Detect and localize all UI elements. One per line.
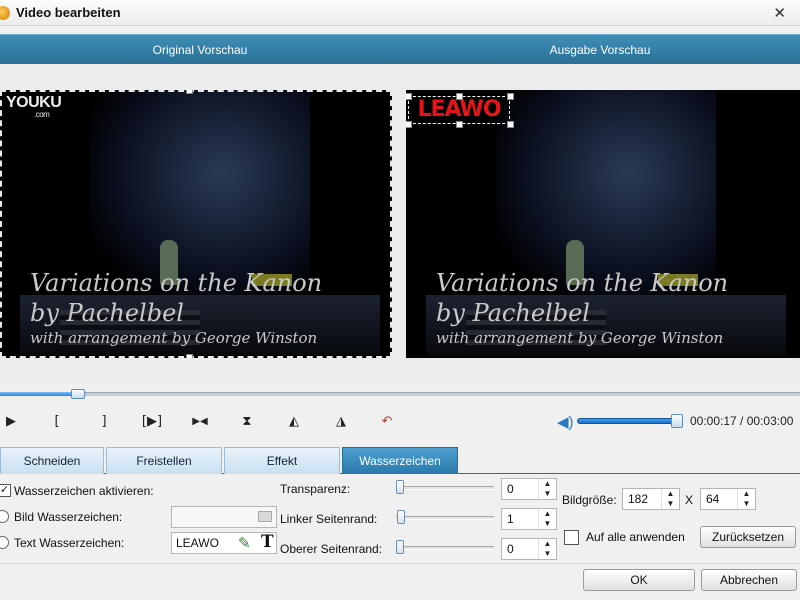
output-video-preview[interactable]: Variations on the Kanon by Pachelbel wit…	[406, 90, 800, 358]
apply-all-checkbox[interactable]	[564, 530, 579, 545]
playback-controls: ▶ [ ] [▶] ▶◀ ⧗ ◭ ◮ ↶ ◀) 00:00:17 / 00:03…	[0, 408, 800, 436]
rotate-left-icon[interactable]: ◭	[283, 412, 305, 432]
seek-progress	[0, 392, 77, 396]
dialog-footer: OK Abbrechen	[0, 563, 800, 600]
image-height-spinner[interactable]: 64 ▲ ▼	[700, 488, 756, 510]
video-caption: Variations on the Kanon by Pachelbel wit…	[436, 269, 729, 347]
tab-schneiden[interactable]: Schneiden	[0, 447, 104, 474]
top-margin-slider[interactable]	[396, 546, 494, 550]
mark-out-icon[interactable]: ]	[93, 412, 115, 432]
output-preview-header: Ausgabe Vorschau	[549, 43, 651, 57]
speaker-icon[interactable]: ◀)	[557, 413, 574, 431]
text-watermark-label: Text Wasserzeichen:	[14, 536, 125, 550]
left-margin-thumb[interactable]	[397, 510, 405, 524]
watermark-overlay[interactable]: LEAWO	[408, 96, 510, 124]
transparency-thumb[interactable]	[396, 480, 404, 494]
left-margin-slider[interactable]	[396, 516, 494, 520]
transparency-slider[interactable]	[396, 486, 494, 490]
edit-tabs: Schneiden Freistellen Effekt Wasserzeich…	[0, 447, 800, 474]
ok-button[interactable]: OK	[583, 569, 695, 591]
watermark-handle-tm[interactable]	[456, 93, 463, 100]
rotate-right-icon[interactable]: ◮	[330, 412, 352, 432]
watermark-handle-tr[interactable]	[507, 93, 514, 100]
top-margin-label: Oberer Seitenrand:	[280, 542, 383, 556]
text-watermark-radio[interactable]	[0, 536, 9, 549]
text-format-icon[interactable]: T	[261, 532, 274, 552]
left-margin-label: Linker Seitenrand:	[280, 512, 378, 526]
image-width-spinner[interactable]: 182 ▲ ▼	[622, 488, 680, 510]
title-bar: Video bearbeiten ✕	[0, 0, 800, 26]
undo-icon[interactable]: ↶	[376, 412, 398, 432]
play-icon[interactable]: ▶	[0, 412, 22, 432]
folder-icon[interactable]	[258, 511, 272, 522]
image-watermark-field[interactable]	[171, 506, 277, 528]
flip-vertical-icon[interactable]: ⧗	[236, 412, 258, 432]
time-display: 00:00:17 / 00:03:00	[690, 414, 794, 428]
volume-thumb[interactable]	[671, 414, 683, 428]
transparency-label: Transparenz:	[280, 482, 351, 496]
transparency-spinner[interactable]: 0 ▲ ▼	[501, 478, 557, 500]
image-watermark-radio[interactable]	[0, 510, 9, 523]
watermark-handle-bm[interactable]	[456, 121, 463, 128]
step-frame-icon[interactable]: ▶◀	[186, 412, 214, 432]
watermark-handle-br[interactable]	[507, 121, 514, 128]
pencil-icon[interactable]: ✎	[238, 534, 251, 552]
watermark-handle-tl[interactable]	[406, 93, 412, 100]
tab-freistellen[interactable]: Freistellen	[106, 447, 222, 474]
play-selection-icon[interactable]: [▶]	[136, 412, 168, 432]
left-margin-spinner[interactable]: 1 ▲ ▼	[501, 508, 557, 530]
original-video-preview[interactable]: YOUKU .com Variations on the Kanon by Pa…	[0, 90, 392, 358]
tab-wasserzeichen[interactable]: Wasserzeichen	[342, 447, 458, 474]
seek-bar[interactable]	[0, 389, 800, 399]
preview-header: Original Vorschau Ausgabe Vorschau	[0, 34, 800, 64]
seek-thumb[interactable]	[71, 389, 85, 399]
top-margin-spinner[interactable]: 0 ▲ ▼	[501, 538, 557, 560]
enable-watermark-label: Wasserzeichen aktivieren:	[14, 484, 154, 498]
top-margin-thumb[interactable]	[396, 540, 404, 554]
crop-handle-top[interactable]	[186, 90, 193, 94]
enable-watermark-checkbox[interactable]: ✓	[0, 484, 11, 497]
watermark-handle-bl[interactable]	[406, 121, 412, 128]
window-title: Video bearbeiten	[16, 5, 121, 20]
image-size-label: Bildgröße:	[562, 493, 617, 507]
apply-all-label: Auf alle anwenden	[586, 530, 685, 544]
original-preview-header: Original Vorschau	[152, 43, 248, 57]
tab-effekt[interactable]: Effekt	[224, 447, 340, 474]
close-icon[interactable]: ✕	[773, 4, 786, 22]
watermark-panel: ✓ Wasserzeichen aktivieren: Bild Wasserz…	[0, 474, 800, 564]
mark-in-icon[interactable]: [	[46, 412, 68, 432]
image-watermark-label: Bild Wasserzeichen:	[14, 510, 123, 524]
reset-button[interactable]: Zurücksetzen	[700, 526, 796, 548]
volume-slider[interactable]	[577, 418, 683, 424]
size-separator: X	[685, 493, 694, 507]
app-icon	[0, 5, 10, 20]
crop-handle-bottom[interactable]	[186, 354, 193, 358]
cancel-button[interactable]: Abbrechen	[701, 569, 797, 591]
crop-frame[interactable]	[0, 90, 392, 358]
